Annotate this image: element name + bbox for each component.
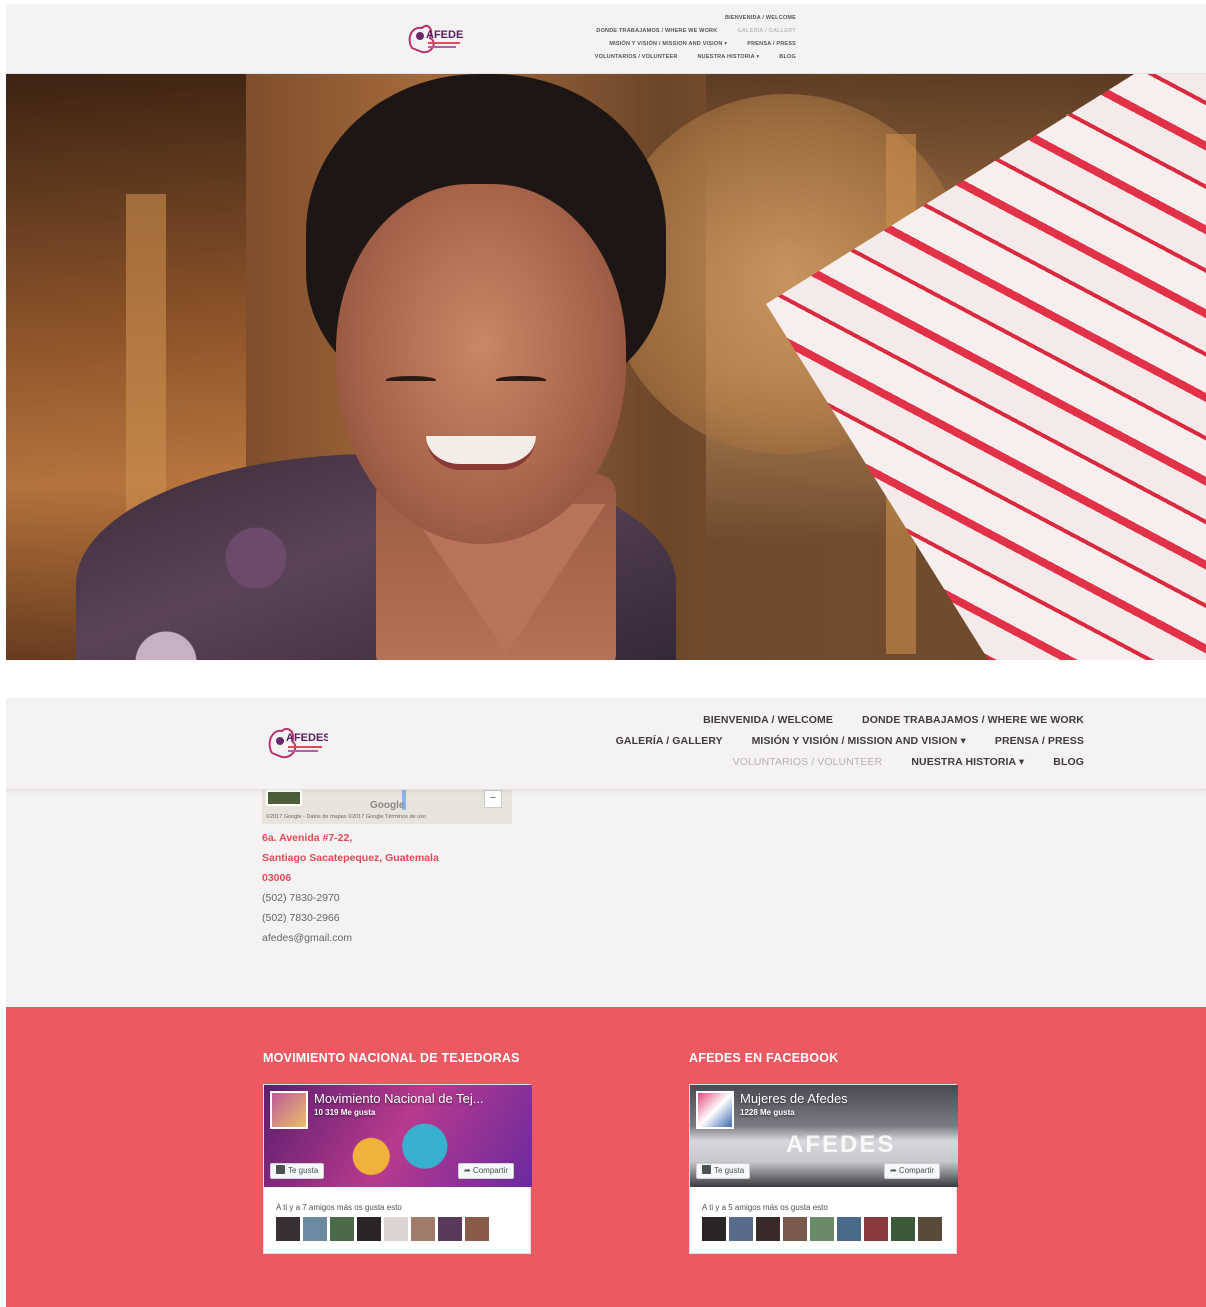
- footer-heading-tejedoras: MOVIMIENTO NACIONAL DE TEJEDORAS: [263, 1051, 520, 1065]
- friend-avatar[interactable]: [330, 1217, 354, 1241]
- fb-friend-faces: [702, 1217, 942, 1241]
- footer-heading-afedes-facebook: AFEDES EN FACEBOOK: [689, 1051, 839, 1065]
- map-satellite-thumbnail[interactable]: [266, 790, 302, 806]
- map-zoom-out-button[interactable]: −: [484, 790, 502, 808]
- afedes-logo[interactable]: AFEDES: [402, 18, 464, 58]
- share-icon: ➦: [890, 1166, 899, 1175]
- fb-share-label: Compartir: [472, 1166, 509, 1175]
- nav-historia-small-label: NUESTRA HISTORIA: [697, 54, 755, 60]
- facebook-icon: [276, 1165, 285, 1174]
- share-icon: ➦: [464, 1166, 473, 1175]
- chevron-down-icon: ▾: [756, 54, 760, 60]
- friend-avatar[interactable]: [384, 1217, 408, 1241]
- main-nav-small: BIENVENIDA / WELCOME DONDE TRABAJAMOS / …: [466, 12, 796, 64]
- main-nav: BIENVENIDA / WELCOME DONDE TRABAJAMOS / …: [590, 710, 1084, 773]
- nav-prensa[interactable]: PRENSA / PRESS: [995, 735, 1084, 747]
- fb-cover-photo[interactable]: Movimiento Nacional de Tej... 10 319 Me …: [264, 1085, 532, 1187]
- fb-profile-picture[interactable]: [270, 1091, 308, 1129]
- nav-blog[interactable]: BLOG: [1053, 756, 1084, 768]
- hero-woman-figure: [46, 74, 686, 660]
- hero-eye: [386, 376, 436, 384]
- fb-like-label: Te gusta: [288, 1166, 319, 1175]
- footer: MOVIMIENTO NACIONAL DE TEJEDORAS Movimie…: [6, 1007, 1206, 1307]
- chevron-down-icon: ▾: [960, 735, 966, 747]
- fb-share-label: Compartir: [898, 1166, 935, 1175]
- nav-prensa-small[interactable]: PRENSA / PRESS: [747, 41, 796, 47]
- friend-avatar[interactable]: [918, 1217, 942, 1241]
- google-logo: Google: [370, 800, 405, 811]
- google-map-embed[interactable]: Google − ©2017 Google - Datos de mapas ©…: [262, 790, 512, 824]
- facebook-icon: [702, 1165, 711, 1174]
- afedes-logo[interactable]: AFEDES: [262, 721, 328, 763]
- facebook-page-widget[interactable]: AFEDES Mujeres de Afedes 1228 Me gusta T…: [689, 1084, 958, 1254]
- fb-like-button[interactable]: Te gusta: [696, 1163, 751, 1179]
- friend-avatar[interactable]: [465, 1217, 489, 1241]
- friend-avatar[interactable]: [810, 1217, 834, 1241]
- nav-nuestra-historia[interactable]: NUESTRA HISTORIA ▾: [911, 756, 1024, 768]
- svg-text:AFEDES: AFEDES: [426, 29, 464, 41]
- friend-avatar[interactable]: [891, 1217, 915, 1241]
- nav-historia-label: NUESTRA HISTORIA: [911, 756, 1016, 768]
- fb-share-button[interactable]: ➦ Compartir: [458, 1163, 515, 1179]
- nav-blog-small[interactable]: BLOG: [779, 54, 796, 60]
- address-line-1: 6a. Avenida #7-22,: [262, 832, 353, 844]
- friend-avatar[interactable]: [756, 1217, 780, 1241]
- friend-avatar[interactable]: [357, 1217, 381, 1241]
- fb-friends-text: A ti y a 7 amigos más os gusta esto: [276, 1203, 402, 1212]
- phone-2: (502) 7830-2966: [262, 912, 340, 924]
- nav-donde-trabajamos[interactable]: DONDE TRABAJAMOS / WHERE WE WORK: [862, 714, 1084, 726]
- site-header-small: AFEDES BIENVENIDA / WELCOME DONDE TRABAJ…: [6, 4, 1206, 74]
- hero-photo-weaver: [6, 74, 1206, 660]
- fb-friend-faces: [276, 1217, 489, 1241]
- nav-voluntarios-small[interactable]: VOLUNTARIOS / VOLUNTEER: [595, 54, 678, 60]
- fb-cover-photo[interactable]: AFEDES Mujeres de Afedes 1228 Me gusta T…: [690, 1085, 958, 1187]
- nav-voluntarios[interactable]: VOLUNTARIOS / VOLUNTEER: [733, 756, 883, 768]
- hero-face: [336, 184, 626, 544]
- email-link[interactable]: afedes@gmail.com: [262, 928, 439, 948]
- facebook-page-widget[interactable]: Movimiento Nacional de Tej... 10 319 Me …: [263, 1084, 532, 1254]
- nav-galeria-small[interactable]: GALERÍA / GALLERY: [737, 28, 796, 34]
- nav-mision-label: MISIÓN Y VISIÓN / MISSION AND VISION: [751, 735, 958, 747]
- hero-eye: [496, 376, 546, 384]
- fb-like-count: 10 319 Me gusta: [314, 1108, 376, 1117]
- fb-page-name[interactable]: Mujeres de Afedes: [740, 1091, 848, 1106]
- site-header: AFEDES BIENVENIDA / WELCOME DONDE TRABAJ…: [6, 698, 1206, 790]
- friend-avatar[interactable]: [729, 1217, 753, 1241]
- friend-avatar[interactable]: [411, 1217, 435, 1241]
- friend-avatar[interactable]: [276, 1217, 300, 1241]
- friend-avatar[interactable]: [303, 1217, 327, 1241]
- nav-mision-small[interactable]: MISIÓN Y VISIÓN / MISSION AND VISION ▾: [609, 41, 727, 47]
- friend-avatar[interactable]: [702, 1217, 726, 1241]
- nav-donde-small[interactable]: DONDE TRABAJAMOS / WHERE WE WORK: [596, 28, 717, 34]
- chevron-down-icon: ▾: [724, 41, 728, 47]
- svg-text:AFEDES: AFEDES: [286, 732, 328, 744]
- friend-avatar[interactable]: [837, 1217, 861, 1241]
- nav-bienvenida-small[interactable]: BIENVENIDA / WELCOME: [725, 15, 796, 21]
- fb-like-count: 1228 Me gusta: [740, 1108, 795, 1117]
- fb-profile-picture[interactable]: [696, 1091, 734, 1129]
- phone-1: (502) 7830-2970: [262, 892, 340, 904]
- fb-cover-banner-text: AFEDES: [786, 1131, 896, 1158]
- friend-avatar[interactable]: [438, 1217, 462, 1241]
- contact-block: 6a. Avenida #7-22, Santiago Sacatepequez…: [262, 828, 439, 948]
- nav-mision-vision[interactable]: MISIÓN Y VISIÓN / MISSION AND VISION ▾: [752, 735, 966, 747]
- chevron-down-icon: ▾: [1018, 756, 1025, 768]
- nav-galeria[interactable]: GALERÍA / GALLERY: [616, 735, 723, 747]
- address-line-2: Santiago Sacatepequez, Guatemala: [262, 852, 439, 864]
- fb-friends-text: A ti y a 5 amigos más os gusta esto: [702, 1203, 828, 1212]
- friend-avatar[interactable]: [783, 1217, 807, 1241]
- hero-smile: [426, 436, 536, 470]
- nav-bienvenida[interactable]: BIENVENIDA / WELCOME: [703, 714, 833, 726]
- top-screenshot-panel: AFEDES BIENVENIDA / WELCOME DONDE TRABAJ…: [6, 4, 1206, 660]
- fb-like-button[interactable]: Te gusta: [270, 1163, 325, 1179]
- nav-historia-small[interactable]: NUESTRA HISTORIA ▾: [698, 54, 760, 60]
- bottom-screenshot-panel: AFEDES BIENVENIDA / WELCOME DONDE TRABAJ…: [6, 698, 1206, 1307]
- friend-avatar[interactable]: [864, 1217, 888, 1241]
- fb-page-name[interactable]: Movimiento Nacional de Tej...: [314, 1091, 484, 1106]
- nav-mision-small-label: MISIÓN Y VISIÓN / MISSION AND VISION: [609, 41, 723, 47]
- fb-share-button[interactable]: ➦ Compartir: [884, 1163, 941, 1179]
- fb-like-label: Te gusta: [714, 1166, 745, 1175]
- map-attribution: ©2017 Google - Datos de mapas ©2017 Goog…: [266, 814, 426, 820]
- postal-code: 03006: [262, 872, 292, 884]
